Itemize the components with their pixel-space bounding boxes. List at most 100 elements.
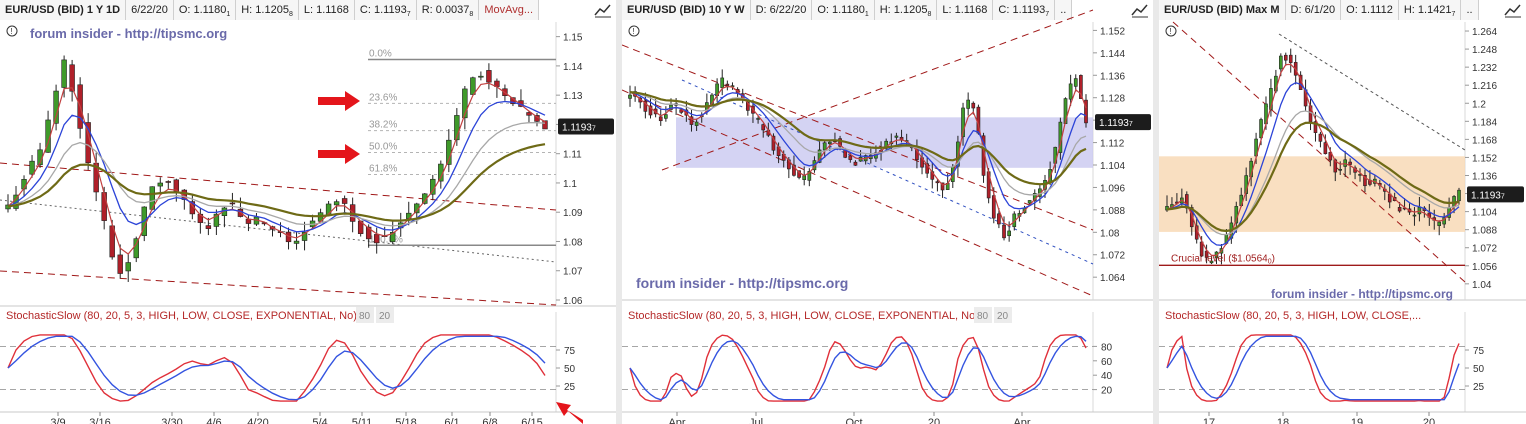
candle-up [756,118,760,120]
osc-tick-label: 80 [1101,342,1113,353]
candle-down [935,181,940,184]
candle-down [1397,207,1402,212]
x-tick-label: 3/16 [89,417,110,424]
x-tick-label: 18 [1277,417,1289,424]
last-price-label: 1.11937 [562,122,596,133]
candle-down [229,202,236,205]
x-tick-label: 19 [1351,417,1363,424]
x-tick-label: 17 [1203,417,1215,424]
x-tick-label: 6/1 [444,417,459,424]
y-tick-label: 1.144 [1100,49,1125,60]
info-icon-glyph: ! [1170,27,1172,36]
candle-down [117,254,123,274]
candle-down [1002,224,1006,239]
candle-down [1318,133,1323,142]
y-tick-label: 1.112 [1100,139,1125,150]
oscillator-title: StochasticSlow (80, 20, 5, 3, HIGH, LOW,… [6,310,357,322]
candle-down [542,120,548,130]
y-tick-label: 1.08 [1100,228,1120,239]
x-tick-label: 6/8 [482,417,497,424]
y-tick-label: 1.11 [563,150,582,161]
x-tick-label: Jul [749,417,763,424]
y-tick-label: 1.216 [1472,81,1497,92]
x-tick-label: Apr [1013,417,1030,424]
candle-down [853,161,858,166]
x-tick-label: Apr [668,417,685,424]
fib-label: 50.0% [369,142,397,153]
y-tick-label: 1.128 [1100,94,1125,105]
candle-down [725,83,730,86]
candle-down [997,213,1001,225]
watermark-text: forum insider - http://tipsmc.org [1271,287,1453,301]
annotation-arrow [556,402,583,424]
candle-down [971,102,976,109]
osc-tick-label: 75 [564,346,576,357]
candle-down [205,225,212,229]
chart-panel-2[interactable]: EUR/USD (BID) 10 Y W D: 6/22/20 O: 1.118… [622,0,1153,424]
y-tick-label: 1.184 [1472,117,1497,128]
candle-up [894,135,899,138]
y-tick-label: 1.152 [1472,153,1497,164]
candle-up [1068,83,1073,100]
candle-up [664,114,668,119]
price-chart-max[interactable]: 1.264 1.248 1.232 1.216 1.2 1.184 1.168 1.152 1.… [1159,0,1526,424]
y-tick-label: 1.168 [1472,135,1497,146]
candle-up [802,175,807,180]
osc-tick-label: 60 [1101,357,1113,368]
candle-down [848,155,853,160]
candle-up [125,262,131,272]
oscillator-title: StochasticSlow (80, 20, 5, 3, HIGH, LOW,… [1165,310,1421,322]
candle-up [1027,200,1032,204]
candle-up [827,141,832,145]
oscillator-title: StochasticSlow (80, 20, 5, 3, HIGH, LOW,… [628,310,979,322]
oscillator-level-chip-label: 20 [379,311,391,322]
x-tick-label: 6/15 [521,417,542,424]
y-tick-label: 1.072 [1472,244,1497,255]
price-chart-10y[interactable]: 1.1521.1441.1361.1281.121.1121.1041.0961… [622,0,1153,424]
osc-tick-label: 75 [1473,346,1485,357]
y-tick-label: 1.072 [1100,251,1125,262]
osc-tick-label: 50 [564,364,576,375]
y-tick-label: 1.136 [1472,171,1497,182]
stochastic-k-line [1166,334,1460,402]
oscillator-level-chip-label: 80 [359,311,371,322]
stochastic-d-line [1166,335,1460,401]
x-tick-label: 3/9 [50,417,65,424]
candle-down [1348,161,1352,165]
y-tick-label: 1.1 [563,179,577,190]
chart-panel-3[interactable]: EUR/USD (BID) Max M D: 6/1/20 O: 1.1112 … [1159,0,1526,424]
x-tick-label: Oct [845,417,862,424]
y-tick-label: 1.248 [1472,45,1497,56]
x-tick-label: 20 [1423,417,1435,424]
x-tick-label: 5/18 [395,417,416,424]
candle-down [658,116,663,122]
osc-tick-label: 40 [1101,371,1113,382]
stochastic-k-line [7,334,546,402]
y-tick-label: 1.14 [563,62,583,73]
watermark-text: forum insider - http://tipsmc.org [636,275,848,291]
osc-tick-label: 25 [1473,382,1485,393]
y-tick-label: 1.2 [1472,99,1486,110]
price-chart-1y[interactable]: 1.151.141.131.121.111.11.091.081.071.060… [0,0,616,424]
info-icon-glyph: ! [11,27,13,36]
y-tick-label: 1.08 [563,237,583,248]
x-tick-label: 4/6 [206,417,221,424]
candle-down [101,192,107,221]
chart-panel-1[interactable]: EUR/USD (BID) 1 Y 1D 6/22/20 O: 1.11801 … [0,0,616,424]
y-tick-label: 1.064 [1100,273,1125,284]
y-tick-label: 1.104 [1100,161,1125,172]
x-tick-label: 3/30 [161,417,182,424]
x-tick-label: 20 [928,417,940,424]
candle-up [628,94,632,99]
watermark-text: forum insider - http://tipsmc.org [30,26,227,41]
candle-up [1457,189,1461,202]
candle-down [1288,54,1293,63]
y-tick-label: 1.136 [1100,71,1125,82]
candle-up [822,142,827,151]
stochastic-d-line [629,335,1087,401]
y-tick-label: 1.264 [1472,27,1497,38]
candle-up [1007,230,1011,237]
candle-up [478,75,484,78]
candle-up [293,240,300,244]
last-price-label: 1.11937 [1099,118,1133,129]
